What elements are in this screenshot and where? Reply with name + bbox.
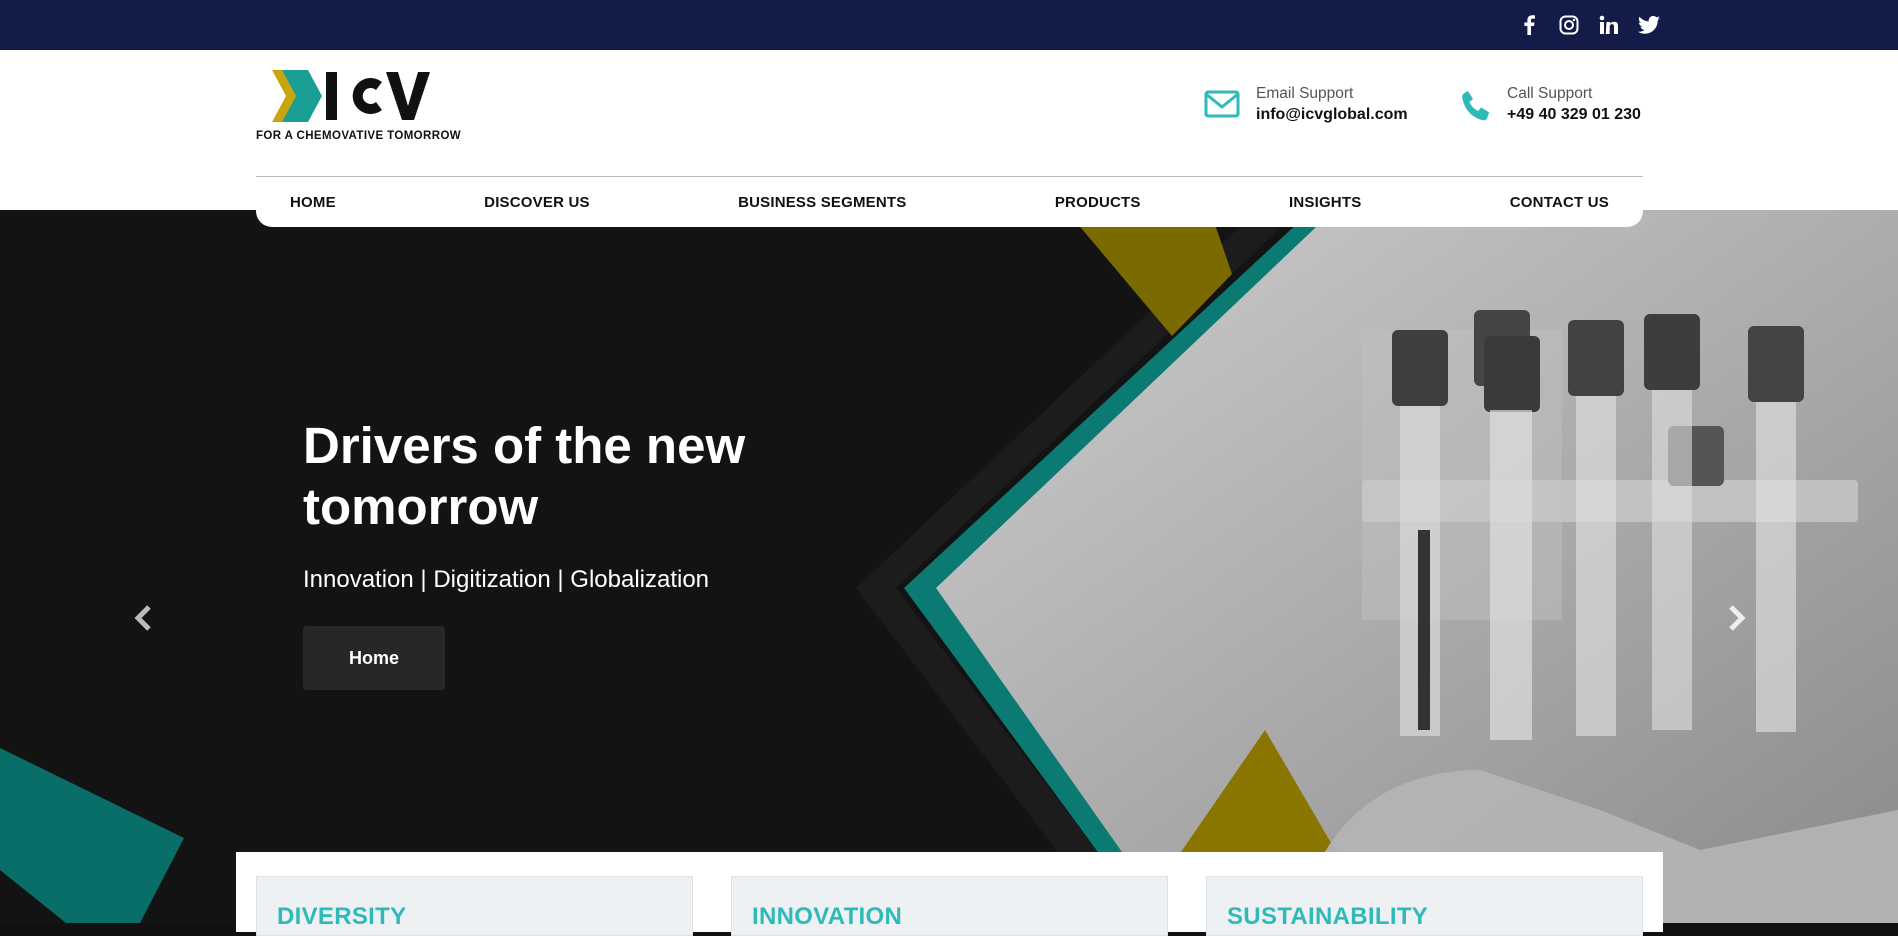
card-title: INNOVATION (752, 903, 903, 930)
icv-logo[interactable]: FOR A CHEMOVATIVE TOMORROW (256, 68, 476, 158)
facebook-icon[interactable] (1518, 14, 1540, 36)
instagram-icon[interactable] (1558, 14, 1580, 36)
email-support-value[interactable]: info@icvglobal.com (1256, 104, 1408, 126)
social-links (1518, 0, 1660, 50)
hero-slider: Drivers of the new tomorrow Innovation |… (0, 210, 1898, 923)
logo-tagline: FOR A CHEMOVATIVE TOMORROW (256, 130, 462, 142)
slider-prev-button[interactable] (128, 598, 158, 638)
twitter-icon[interactable] (1638, 14, 1660, 36)
phone-icon (1461, 90, 1491, 127)
nav-discover-us[interactable]: DISCOVER US (484, 194, 590, 211)
call-support-value[interactable]: +49 40 329 01 230 (1507, 104, 1641, 126)
hero-background (0, 210, 1898, 923)
main-nav: HOME DISCOVER US BUSINESS SEGMENTS PRODU… (256, 177, 1643, 227)
nav-products[interactable]: PRODUCTS (1055, 194, 1141, 211)
chevron-left-icon (134, 605, 151, 631)
linkedin-icon[interactable] (1598, 14, 1620, 36)
call-support[interactable]: Call Support +49 40 329 01 230 (1461, 84, 1641, 127)
chevron-right-icon (1729, 605, 1746, 631)
hero-subtitle: Innovation | Digitization | Globalizatio… (303, 566, 710, 593)
email-support-label: Email Support (1256, 85, 1354, 102)
card-title: SUSTAINABILITY (1227, 903, 1429, 930)
email-support[interactable]: Email Support info@icvglobal.com (1204, 84, 1408, 126)
values-section: DIVERSITY INNOVATION SUSTAINABILITY (236, 852, 1663, 936)
mail-icon (1204, 90, 1240, 123)
card-innovation[interactable]: INNOVATION (731, 876, 1168, 936)
logo-mark (272, 70, 430, 122)
nav-insights[interactable]: INSIGHTS (1289, 194, 1361, 211)
hero-home-button[interactable]: Home (303, 626, 445, 690)
hero-title: Drivers of the new tomorrow (303, 417, 746, 535)
card-diversity[interactable]: DIVERSITY (256, 876, 693, 936)
top-bar (0, 0, 1898, 50)
nav-business-segments[interactable]: BUSINESS SEGMENTS (738, 194, 906, 211)
nav-contact-us[interactable]: CONTACT US (1510, 194, 1609, 211)
card-title: DIVERSITY (277, 903, 407, 930)
nav-home[interactable]: HOME (290, 194, 336, 211)
slider-next-button[interactable] (1722, 598, 1752, 638)
call-support-label: Call Support (1507, 85, 1593, 102)
card-sustainability[interactable]: SUSTAINABILITY (1206, 876, 1643, 936)
